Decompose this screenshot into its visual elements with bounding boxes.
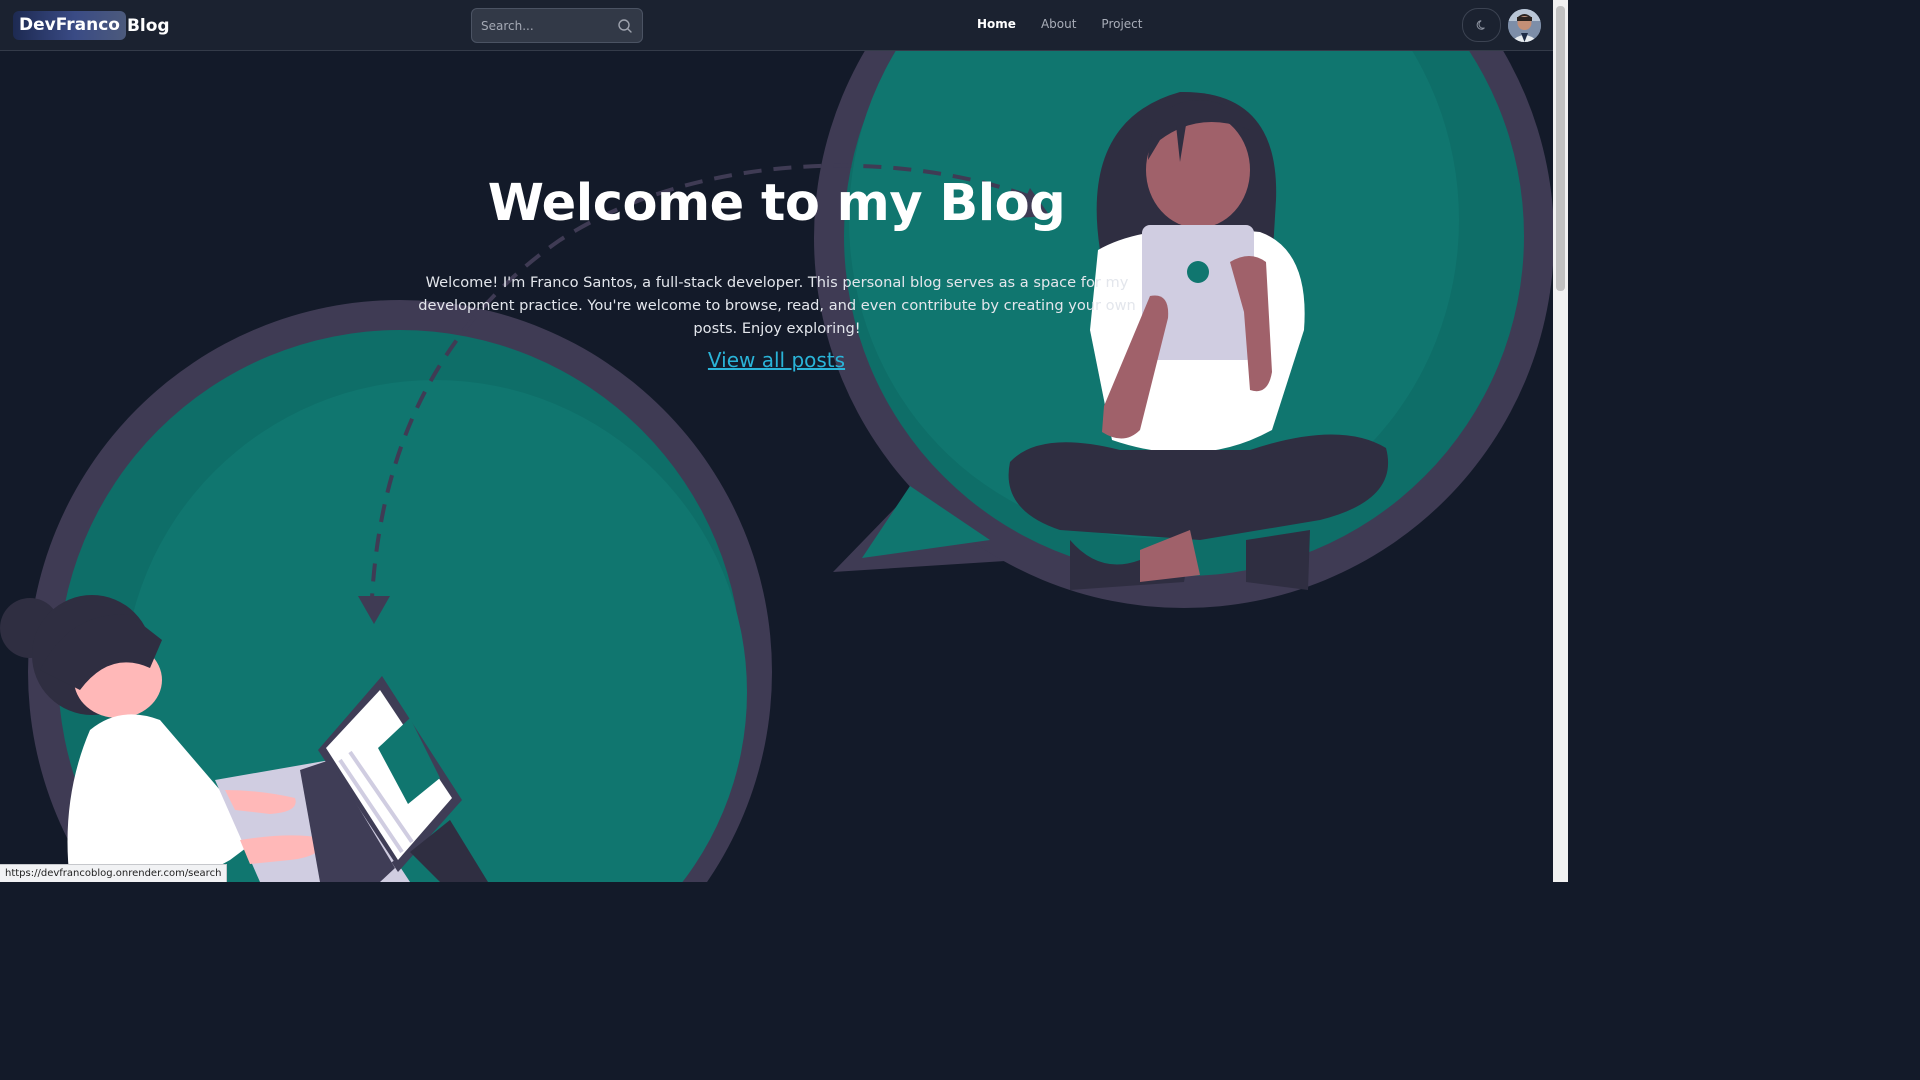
scrollbar-thumb[interactable] xyxy=(1556,6,1565,291)
main-nav: Home About Project xyxy=(977,17,1167,31)
nav-about[interactable]: About xyxy=(1041,17,1076,31)
brand-highlight: DevFranco xyxy=(13,11,126,40)
moon-icon xyxy=(1476,20,1485,30)
search-box xyxy=(471,8,643,43)
navbar: DevFranco Blog Home About Project xyxy=(0,0,1553,51)
theme-toggle-button[interactable] xyxy=(1462,8,1501,42)
profile-photo xyxy=(1508,9,1541,42)
page: DevFranco Blog Home About Project xyxy=(0,0,1568,882)
avatar[interactable] xyxy=(1508,9,1541,42)
vertical-scrollbar[interactable] xyxy=(1553,0,1568,882)
search-icon[interactable] xyxy=(617,18,633,34)
search-input[interactable] xyxy=(472,9,612,42)
brand-suffix: Blog xyxy=(126,15,170,36)
nav-home[interactable]: Home xyxy=(977,17,1016,31)
hero-section: Welcome to my Blog Welcome! I'm Franco S… xyxy=(0,51,1553,882)
hero-title: Welcome to my Blog xyxy=(487,174,1066,233)
nav-project[interactable]: Project xyxy=(1101,17,1142,31)
brand-logo[interactable]: DevFranco Blog xyxy=(13,11,170,40)
view-all-posts-link[interactable]: View all posts xyxy=(0,348,1553,372)
hero-intro: Welcome! I'm Franco Santos, a full-stack… xyxy=(418,274,1136,337)
link-status-bar: https://devfrancoblog.onrender.com/searc… xyxy=(0,864,228,882)
